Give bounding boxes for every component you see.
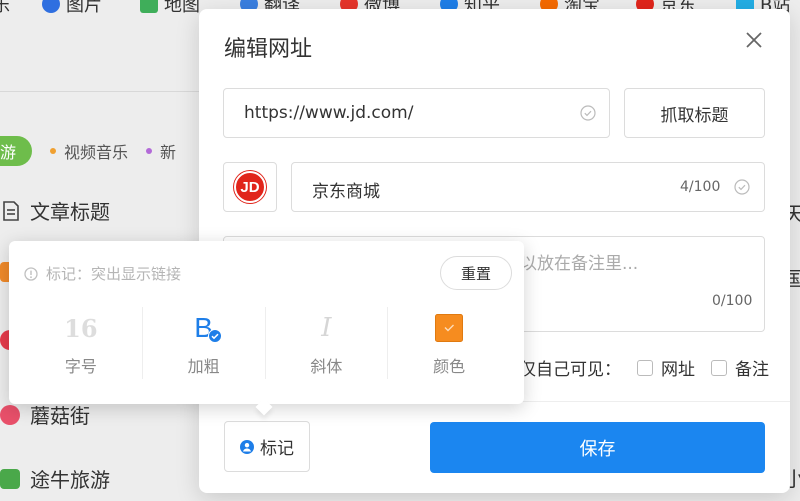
tab-new[interactable]: 新 [146,139,176,163]
mark-button-label: 标记 [260,439,294,459]
close-icon[interactable] [743,29,765,51]
site-logo-picker[interactable]: JD [223,162,277,212]
save-button[interactable]: 保存 [430,422,765,473]
option-label: 字号 [64,357,97,376]
map-icon [140,0,158,13]
italic-option[interactable]: I 斜体 [264,307,388,379]
site-label: 蘑菇街 [30,404,90,428]
private-url-label[interactable]: 网址 [661,355,695,380]
check-circle-icon [580,105,596,121]
visibility-label: 仅自己可见： [519,360,621,380]
note-placeholder: 以放在备注里... [520,254,639,274]
font-size-option[interactable]: 16 字号 [20,307,142,379]
baidu-paw-icon [42,0,60,13]
tab-label: 视频音乐 [64,143,129,162]
site-name-value: 京东商城 [312,182,380,202]
mogujie-icon [0,404,20,425]
bold-icon: B [194,312,223,343]
note-char-counter: 0/100 [712,293,753,309]
check-circle-icon [734,179,750,195]
tab-label: 新 [160,143,177,162]
bookmark-item[interactable]: 乐 [0,0,10,17]
italic-icon: I [321,313,331,343]
option-label: 颜色 [433,357,466,376]
name-char-counter: 4/100 [680,179,721,195]
site-mogujie[interactable]: 蘑菇街 [0,400,90,429]
section-title: 文章标题 [30,200,110,224]
private-url-checkbox[interactable] [637,359,653,376]
color-option[interactable]: 颜色 [387,307,510,379]
section-header: 文章标题 [0,196,110,225]
bookmark-label: 地图 [164,0,200,16]
fetch-title-button[interactable]: 抓取标题 [624,88,765,138]
reset-button[interactable]: 重置 [440,256,512,290]
tab-video-music[interactable]: 视频音乐 [50,139,128,163]
dialog-title: 编辑网址 [224,37,313,62]
dot-icon [146,148,153,154]
jd-logo-icon: JD [234,171,266,203]
url-value: https://www.jd.com/ [244,103,414,123]
background-divider [0,91,200,92]
font-size-icon: 16 [64,313,97,343]
url-input[interactable]: https://www.jd.com/ [223,88,610,138]
site-label: 途牛旅游 [30,468,110,492]
site-tuniu[interactable]: 途牛旅游 [0,464,110,493]
check-badge-icon [208,329,223,343]
bookmark-label: 图片 [66,0,102,16]
mark-style-popup: 标记：突出显示链接 重置 16 字号 B 加粗 I 斜体 颜色 [9,241,524,416]
mark-button[interactable]: 标记 [224,421,310,472]
visibility-row: 仅自己可见： 网址 备注 [519,355,769,380]
color-swatch-icon [435,313,464,343]
bookmark-item[interactable]: 图片 [42,0,102,17]
bookmark-item[interactable]: 地图 [140,0,200,17]
user-circle-icon [240,439,254,454]
option-label: 斜体 [310,357,343,376]
private-note-checkbox[interactable] [711,359,727,376]
info-icon [24,266,38,281]
option-label: 加粗 [187,357,220,376]
italic-glyph: I [321,313,332,343]
bookmark-label: 乐 [0,0,10,16]
private-note-label[interactable]: 备注 [735,355,769,380]
popup-hint-text: 标记：突出显示链接 [46,265,182,283]
bold-option[interactable]: B 加粗 [141,307,265,379]
dot-icon [50,148,57,154]
style-options: 16 字号 B 加粗 I 斜体 颜色 [20,307,510,379]
font-size-glyph: 16 [64,313,98,343]
popup-hint: 标记：突出显示链接 [24,263,181,284]
document-icon [3,200,19,221]
tab-games[interactable]: 游 [0,136,33,166]
tuniu-icon [0,468,20,489]
site-name-input[interactable]: 京东商城 4/100 [291,162,765,212]
category-tabs: 游 视频音乐 新 [0,136,176,166]
